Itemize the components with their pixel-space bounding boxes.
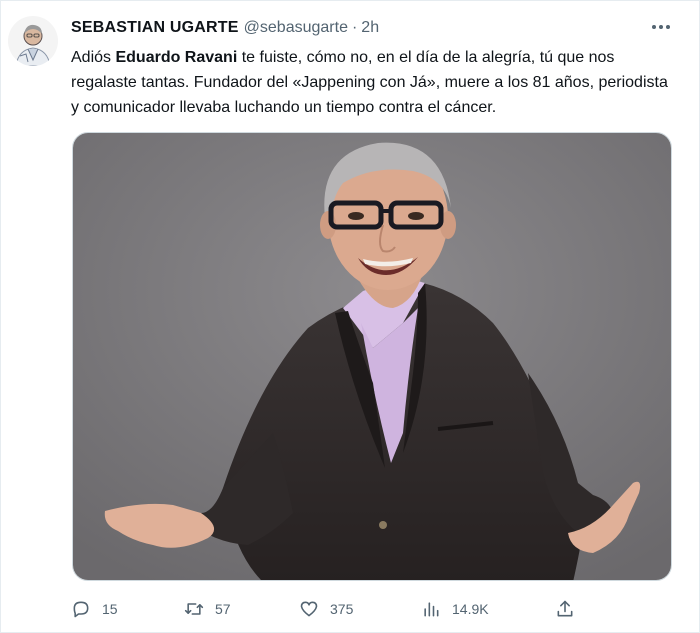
views-count: 14.9K [452,601,489,617]
views-bar-chart-icon [424,602,439,617]
more-horizontal-icon [652,25,670,29]
tweet-photo[interactable] [72,132,672,581]
avatar-illustration [8,16,58,66]
views-button[interactable]: 14.9K [421,595,489,623]
heart-icon [300,601,318,617]
photo-man-smiling [73,133,671,580]
reply-count: 15 [102,601,118,617]
tweet-text-part1: Adiós [71,49,116,66]
author-handle[interactable]: @sebasugarte [244,19,348,37]
tweet-card: SEBASTIAN UGARTE @sebasugarte · 2h Adiós… [0,0,700,633]
like-button[interactable]: 375 [299,595,353,623]
author-name[interactable]: SEBASTIAN UGARTE [71,19,239,37]
retweet-count: 57 [215,601,231,617]
tweet-timestamp[interactable]: 2h [361,19,379,37]
author-avatar[interactable] [8,16,58,66]
tweet-text: Adiós Eduardo Ravani te fuiste, cómo no,… [71,45,671,120]
retweet-icon [184,603,204,615]
comment-icon [73,601,89,618]
separator-dot: · [351,19,358,36]
retweet-button[interactable]: 57 [184,595,231,623]
like-count: 375 [330,601,354,617]
share-upload-icon [557,600,573,617]
more-options-button[interactable] [647,15,675,39]
share-button[interactable] [555,595,575,623]
tweet-actions: 15 57 375 14.9K [71,595,591,623]
tweet-header: SEBASTIAN UGARTE @sebasugarte · 2h [71,17,379,39]
reply-button[interactable]: 15 [71,595,118,623]
tweet-text-bold-name: Eduardo Ravani [115,49,238,66]
